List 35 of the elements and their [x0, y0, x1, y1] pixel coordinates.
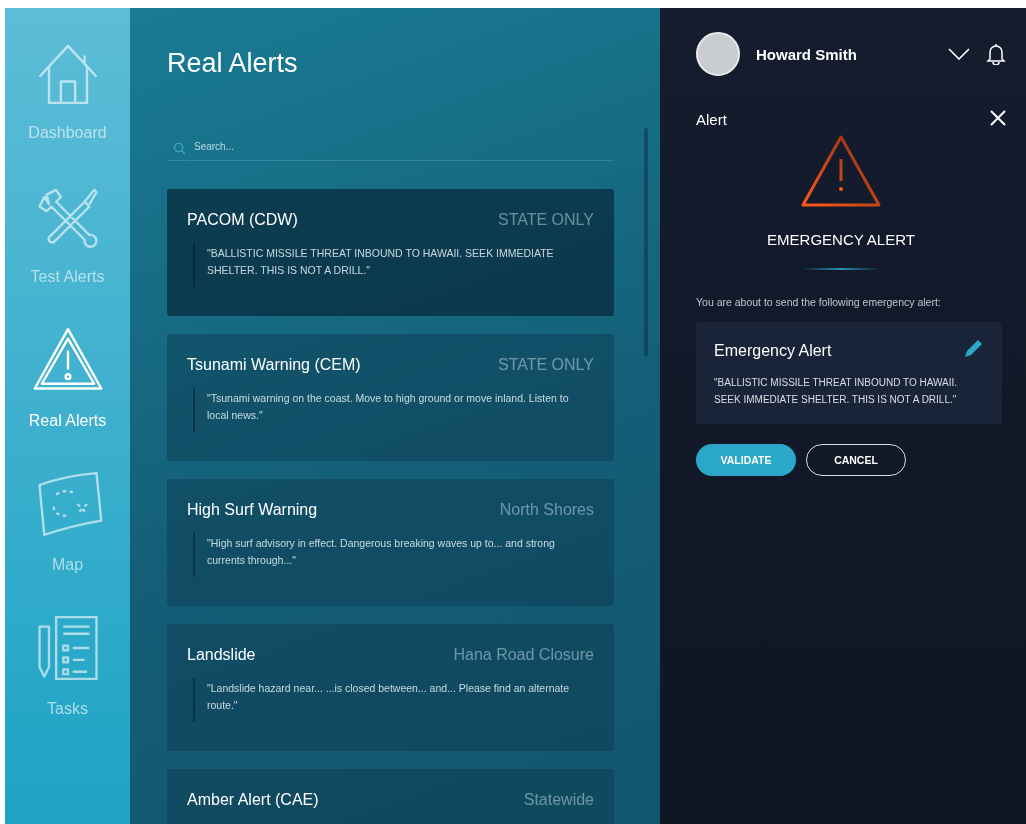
alert-scope: Hana Road Closure [453, 646, 594, 664]
search-icon [173, 142, 186, 155]
alert-scope: STATE ONLY [498, 356, 594, 374]
page-title: Real Alerts [167, 48, 298, 79]
alert-message: "Tsunami warning on the coast. Move to high ground or move inland. Listen to local news." [193, 388, 594, 432]
alert-title: Tsunami Warning (CEM) [187, 356, 361, 374]
alert-card[interactable]: PACOM (CDW) STATE ONLY "BALLISTIC MISSILE THREAT INBOUND TO HAWAII. SEEK IMMEDIATE SHELTER. THIS IS NOT A DRILL." [167, 189, 614, 316]
alert-scope: Statewide [523, 791, 594, 809]
preview-title: Emergency Alert [714, 342, 832, 360]
scrollbar[interactable] [644, 128, 648, 356]
alert-card[interactable]: Amber Alert (CAE) Statewide [167, 769, 614, 824]
alert-title: Amber Alert (CAE) [187, 791, 319, 809]
alert-message: "BALLISTIC MISSILE THREAT INBOUND TO HAWAII. SEEK IMMEDIATE SHELTER. THIS IS NOT A DRILL." [193, 243, 594, 287]
chevron-down-icon[interactable] [948, 48, 970, 60]
alert-card[interactable]: Tsunami Warning (CEM) STATE ONLY "Tsunami warning on the coast. Move to high ground or move inland. Listen to local news." [167, 334, 614, 461]
alert-title: Landslide [187, 646, 256, 664]
alert-message: "Landslide hazard near... ...is closed between... and... Please find an alternate route." [193, 678, 594, 722]
alert-scope: STATE ONLY [498, 211, 594, 229]
intro-text: You are about to send the following emergency alert: [696, 296, 942, 308]
preview-message: "BALLISTIC MISSILE THREAT INBOUND TO HAWAII. SEEK IMMEDIATE SHELTER. THIS IS NOT A DRILL." [714, 376, 959, 407]
alert-title: PACOM (CDW) [187, 211, 298, 229]
user-name: Howard Smith [756, 45, 858, 63]
avatar[interactable] [696, 32, 740, 76]
alert-title: High Surf Warning [187, 501, 318, 519]
alert-card[interactable]: High Surf Warning North Shores "High surf advisory in effect. Dangerous breaking waves up to... and strong currents through..." [167, 479, 614, 606]
alert-heading: EMERGENCY ALERT [767, 231, 915, 248]
search-field[interactable]: Search... [167, 141, 614, 161]
close-icon[interactable] [990, 110, 1006, 126]
pencil-icon[interactable] [962, 338, 984, 360]
warning-icon [799, 133, 883, 209]
alert-message: "High surf advisory in effect. Dangerous breaking waves up to... and strong currents through..." [193, 533, 594, 577]
alert-card[interactable]: Landslide Hana Road Closure "Landslide hazard near... ...is closed between... and... Please find an alternate route." [167, 624, 614, 751]
alert-scope: North Shores [499, 501, 594, 519]
panel-title: Alert [696, 111, 727, 128]
bell-icon[interactable] [986, 43, 1006, 65]
